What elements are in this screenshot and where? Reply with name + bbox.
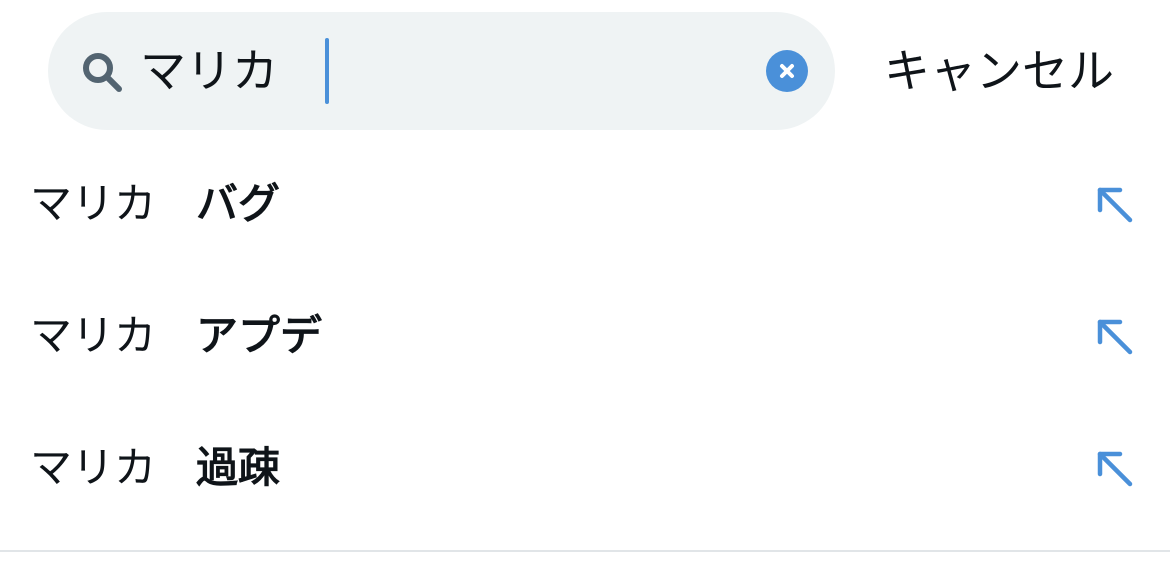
arrow-up-left-icon[interactable]: [1092, 446, 1136, 490]
suggestion-completion-text: バグ: [196, 179, 281, 228]
suggestion-item[interactable]: マリカ バグ: [0, 138, 1170, 270]
suggestion-completion-text: アプデ: [196, 311, 323, 360]
divider: [0, 550, 1170, 552]
arrow-up-left-icon[interactable]: [1092, 314, 1136, 358]
suggestion-completion-text: 過疎: [196, 443, 281, 492]
cancel-button[interactable]: キャンセル: [884, 38, 1114, 104]
suggestion-query-text: マリカ: [30, 179, 157, 228]
close-icon: [780, 64, 794, 78]
suggestion-item[interactable]: マリカ アプデ: [0, 270, 1170, 402]
search-icon: [83, 53, 122, 92]
arrow-up-left-icon[interactable]: [1092, 182, 1136, 226]
suggestion-item[interactable]: マリカ 過疎: [0, 402, 1170, 534]
suggestion-query-text: マリカ: [30, 311, 157, 360]
text-caret: [325, 38, 329, 104]
search-input[interactable]: [140, 38, 320, 104]
suggestion-query-text: マリカ: [30, 443, 157, 492]
clear-search-button[interactable]: [766, 50, 808, 92]
